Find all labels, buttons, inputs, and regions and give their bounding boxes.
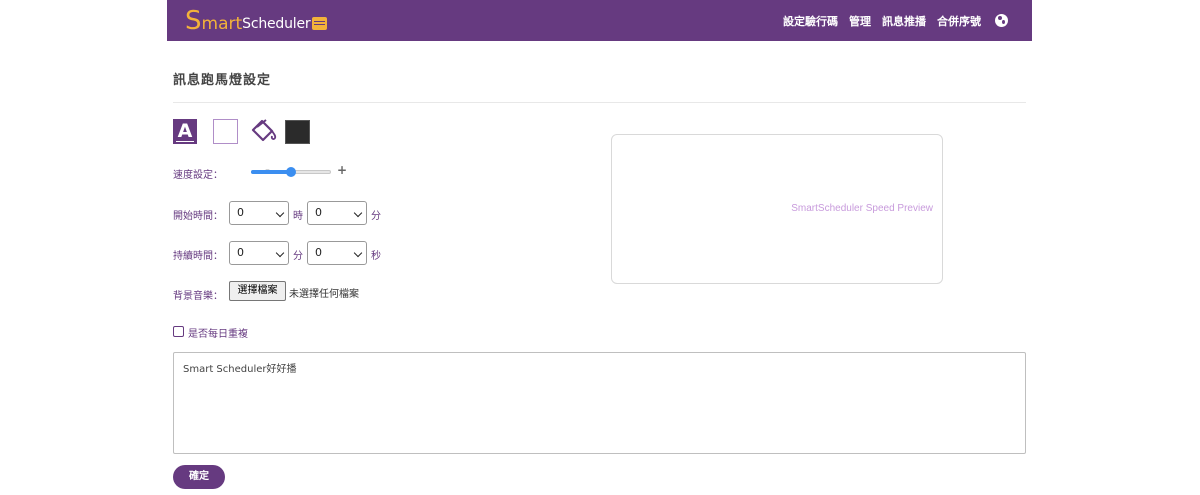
globe-icon[interactable] — [995, 14, 1008, 27]
chevron-down-icon — [353, 248, 363, 258]
smart-scheduler-logo[interactable]: S mart Scheduler — [185, 6, 328, 36]
nav-links: 設定驗行碼 管理 訊息推播 合併序號 — [772, 0, 1008, 41]
background-color-swatch[interactable] — [285, 120, 310, 144]
nav-item-merge-serial[interactable]: 合併序號 — [937, 13, 981, 29]
top-navbar: S mart Scheduler 設定驗行碼 管理 訊息推播 合併序號 — [167, 0, 1032, 41]
nav-item-message-push[interactable]: 訊息推播 — [882, 13, 926, 29]
font-style-icon[interactable]: A — [173, 119, 197, 144]
file-status-text: 未選擇任何檔案 — [289, 289, 359, 300]
logo-text-mart: mart — [201, 14, 243, 34]
start-hour-value: 0 — [237, 206, 244, 219]
hour-unit-label: 時 — [293, 211, 303, 222]
start-minute-value: 0 — [315, 206, 322, 219]
music-label: 背景音樂： — [173, 291, 223, 302]
chevron-down-icon — [275, 208, 285, 218]
repeat-daily-checkbox[interactable] — [173, 326, 184, 337]
preview-text: SmartScheduler Speed Preview — [791, 203, 933, 214]
page-title: 訊息跑馬燈設定 — [173, 73, 272, 88]
chevron-down-icon — [353, 208, 363, 218]
second-unit-label: 秒 — [371, 251, 381, 262]
duration-minute-unit: 分 — [293, 251, 303, 262]
speed-increase-button[interactable]: + — [337, 163, 347, 177]
message-textarea[interactable]: Smart Scheduler好好播 — [173, 352, 1026, 454]
start-minute-select[interactable]: 0 — [307, 201, 367, 225]
logo-letter-s: S — [185, 6, 202, 36]
speed-slider-thumb[interactable] — [286, 167, 296, 177]
choose-file-button[interactable]: 選擇檔案 — [229, 281, 286, 301]
calendar-icon — [312, 17, 328, 30]
start-time-label: 開始時間： — [173, 211, 223, 222]
duration-minute-value: 0 — [237, 246, 244, 259]
paint-bucket-icon[interactable] — [250, 118, 278, 144]
repeat-daily-label: 是否每日重複 — [188, 329, 248, 340]
nav-item-verification-code[interactable]: 設定驗行碼 — [783, 13, 838, 29]
title-divider — [173, 102, 1026, 103]
duration-label: 持續時間： — [173, 251, 223, 262]
minute-unit-label: 分 — [371, 211, 381, 222]
speed-slider-fill — [251, 170, 291, 174]
duration-second-select[interactable]: 0 — [307, 241, 367, 265]
nav-item-manage[interactable]: 管理 — [849, 13, 871, 29]
preview-box: SmartScheduler Speed Preview — [611, 134, 943, 284]
font-color-swatch[interactable] — [213, 119, 238, 144]
duration-minute-select[interactable]: 0 — [229, 241, 289, 265]
confirm-button[interactable]: 確定 — [173, 465, 225, 489]
chevron-down-icon — [275, 248, 285, 258]
start-hour-select[interactable]: 0 — [229, 201, 289, 225]
logo-text-scheduler: Scheduler — [242, 16, 311, 32]
speed-label: 速度設定： — [173, 170, 223, 181]
duration-second-value: 0 — [315, 246, 322, 259]
